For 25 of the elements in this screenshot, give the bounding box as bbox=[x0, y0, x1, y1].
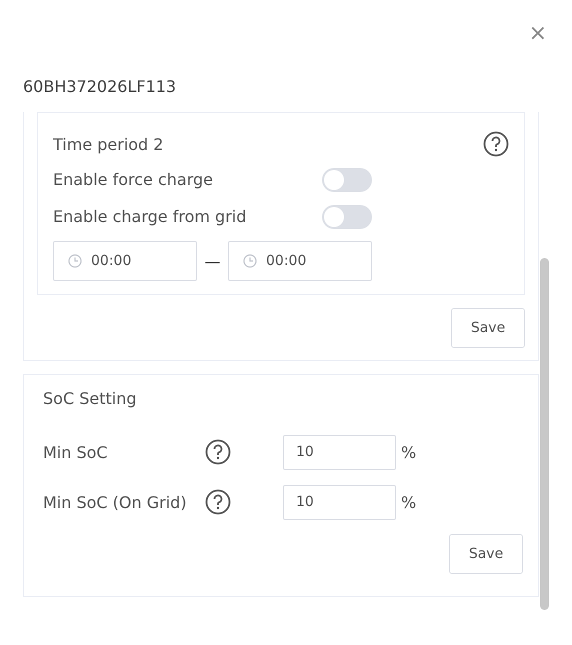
help-icon[interactable] bbox=[483, 131, 509, 157]
unit-label: % bbox=[401, 492, 416, 512]
time-field[interactable]: 00:00 bbox=[228, 241, 372, 281]
help-icon[interactable] bbox=[205, 439, 231, 465]
range-separator: — bbox=[204, 252, 222, 270]
unit-label: % bbox=[401, 442, 416, 462]
section-title: Time period 2 bbox=[53, 134, 164, 154]
save-button[interactable]: Save bbox=[451, 308, 525, 348]
close-button[interactable]: × bbox=[528, 20, 547, 48]
toggle-switch[interactable] bbox=[322, 204, 372, 228]
clock-icon bbox=[243, 254, 257, 268]
field-label: Min SoC (On Grid) bbox=[43, 492, 188, 512]
clock-icon bbox=[68, 254, 82, 268]
field-label: Min SoC bbox=[43, 442, 109, 462]
switch-label: Enable force charge bbox=[53, 170, 214, 189]
time-field[interactable]: 00:00 bbox=[53, 241, 197, 281]
scrollbar[interactable] bbox=[540, 258, 549, 610]
dialog-title: 60BH372026LF113 bbox=[23, 76, 178, 98]
save-button[interactable]: Save bbox=[449, 534, 523, 574]
section-title: SoC Setting bbox=[43, 389, 138, 410]
toggle-switch[interactable] bbox=[322, 168, 372, 192]
switch-label: Enable charge from grid bbox=[53, 207, 248, 226]
input-field[interactable]: 10 bbox=[283, 484, 396, 520]
help-icon[interactable] bbox=[205, 489, 231, 515]
input-field[interactable]: 10 bbox=[283, 434, 396, 470]
